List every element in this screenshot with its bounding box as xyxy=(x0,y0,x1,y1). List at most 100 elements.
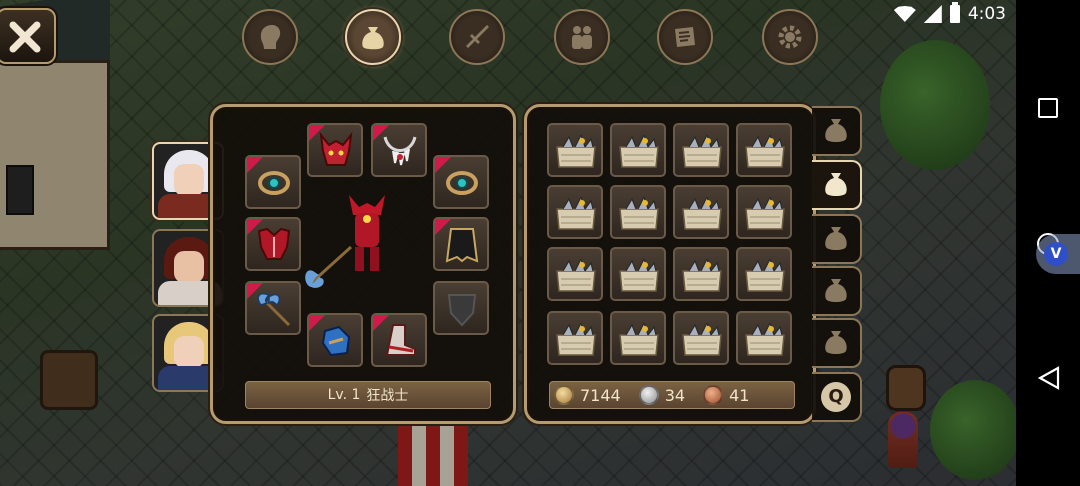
silver-amount: 34 xyxy=(664,385,686,405)
inventory-slot[interactable] xyxy=(673,185,729,239)
equipment-chest-icon xyxy=(745,259,785,292)
bag-sack-icon xyxy=(362,27,384,50)
inventory-slot[interactable] xyxy=(610,247,666,301)
sprite-axe xyxy=(305,245,353,288)
menu-character-button[interactable] xyxy=(242,9,298,65)
menu-bag-button[interactable] xyxy=(345,9,401,65)
menu-party-button[interactable] xyxy=(554,9,610,65)
equipment-chest-icon xyxy=(745,323,785,356)
inventory-slot[interactable] xyxy=(610,311,666,365)
dragon-helmet-icon xyxy=(319,131,353,166)
recent-apps-icon[interactable] xyxy=(1038,98,1058,118)
bag-tab-4[interactable] xyxy=(812,266,862,316)
equip-slot-boots[interactable] xyxy=(371,313,427,367)
equipment-chest-icon xyxy=(556,197,596,230)
equipment-chest-icon xyxy=(556,259,596,292)
party-icon xyxy=(572,26,592,49)
sword-icon xyxy=(466,25,489,48)
inventory-slot[interactable] xyxy=(547,123,603,177)
inventory-slot[interactable] xyxy=(547,185,603,239)
equipment-chest-icon xyxy=(745,197,785,230)
equip-slot-shield-empty[interactable] xyxy=(433,281,489,335)
inventory-slot[interactable] xyxy=(610,123,666,177)
inventory-panel: 7144 34 41 xyxy=(524,104,816,424)
character-level-label: Lv. 1 狂战士 xyxy=(245,381,491,409)
equipment-panel: Lv. 1 狂战士 xyxy=(210,104,516,424)
equip-slot-cape[interactable] xyxy=(433,217,489,271)
menu-quests-button[interactable] xyxy=(657,9,713,65)
bag-tab-1[interactable] xyxy=(812,106,862,156)
equip-slot-gloves[interactable] xyxy=(307,313,363,367)
quest-bag-label: Q xyxy=(821,382,851,412)
inventory-slot[interactable] xyxy=(673,247,729,301)
boots-icon xyxy=(385,324,416,356)
gear-icon xyxy=(778,25,802,49)
fang-necklace-icon xyxy=(383,136,417,166)
equipment-chest-icon xyxy=(619,197,659,230)
close-icon xyxy=(9,21,41,53)
inventory-slot[interactable] xyxy=(736,123,792,177)
inventory-slot[interactable] xyxy=(673,123,729,177)
copper-coin-icon xyxy=(703,385,724,405)
ring-icon xyxy=(258,171,290,195)
equip-slot-necklace[interactable] xyxy=(371,123,427,177)
menu-skills-button[interactable] xyxy=(449,9,505,65)
equip-slot-ring-right[interactable] xyxy=(433,155,489,209)
equipment-chest-icon xyxy=(682,135,722,168)
inventory-slot[interactable] xyxy=(673,311,729,365)
bag-tab-3[interactable] xyxy=(812,214,862,264)
battery-icon xyxy=(949,2,960,23)
sack-icon xyxy=(825,119,847,142)
gold-coin-icon xyxy=(554,385,574,405)
cape-icon xyxy=(445,228,479,263)
equip-slot-weapon[interactable] xyxy=(245,281,301,335)
sack-icon xyxy=(825,331,847,354)
equipment-chest-icon xyxy=(556,135,596,168)
back-icon[interactable] xyxy=(1038,366,1060,390)
dragon-armor-icon xyxy=(257,227,291,260)
class-name: 狂战士 xyxy=(366,388,409,404)
inventory-slot[interactable] xyxy=(547,247,603,301)
menu-settings-button[interactable] xyxy=(762,9,818,65)
sack-icon xyxy=(825,279,847,302)
silver-coin-icon xyxy=(638,385,659,405)
equip-slot-ring-left[interactable] xyxy=(245,155,301,209)
bag-tab-5[interactable] xyxy=(812,318,862,368)
head-silhouette-icon xyxy=(260,25,281,49)
equip-slot-armor[interactable] xyxy=(245,217,301,271)
equipment-chest-icon xyxy=(745,135,785,168)
inventory-slot[interactable] xyxy=(610,185,666,239)
inventory-slot[interactable] xyxy=(736,185,792,239)
shield-placeholder-icon xyxy=(447,294,477,327)
wifi-icon xyxy=(893,6,916,22)
cell-signal-icon xyxy=(923,5,942,23)
equipment-chest-icon xyxy=(682,259,722,292)
sack-icon xyxy=(825,173,847,196)
battle-axe-icon xyxy=(257,293,291,327)
floating-assistant-button[interactable]: V xyxy=(1036,234,1080,274)
gold-amount: 7144 xyxy=(580,385,621,405)
gauntlet-icon xyxy=(321,325,351,357)
close-button[interactable] xyxy=(0,8,56,64)
equipment-chest-icon xyxy=(619,135,659,168)
copper-amount: 41 xyxy=(729,385,750,405)
inventory-slot[interactable] xyxy=(736,311,792,365)
bag-tab-quest[interactable]: Q xyxy=(812,372,862,422)
equip-slot-helmet[interactable] xyxy=(307,123,363,177)
equipment-chest-icon xyxy=(682,323,722,356)
inventory-slot[interactable] xyxy=(736,247,792,301)
inventory-slot[interactable] xyxy=(547,311,603,365)
ring-icon xyxy=(446,171,478,195)
scroll-icon xyxy=(675,27,695,47)
equipment-chest-icon xyxy=(619,323,659,356)
currency-bar: 7144 34 41 xyxy=(549,381,795,409)
assistant-v-icon: V xyxy=(1044,242,1068,266)
equipment-chest-icon xyxy=(682,197,722,230)
sack-icon xyxy=(825,227,847,250)
status-bar: 4:03 xyxy=(0,0,1016,30)
status-time: 4:03 xyxy=(967,4,1006,24)
level-text: Lv. 1 xyxy=(327,387,361,403)
equipment-chest-icon xyxy=(556,323,596,356)
bag-tab-2[interactable] xyxy=(812,160,862,210)
equipment-chest-icon xyxy=(619,259,659,292)
